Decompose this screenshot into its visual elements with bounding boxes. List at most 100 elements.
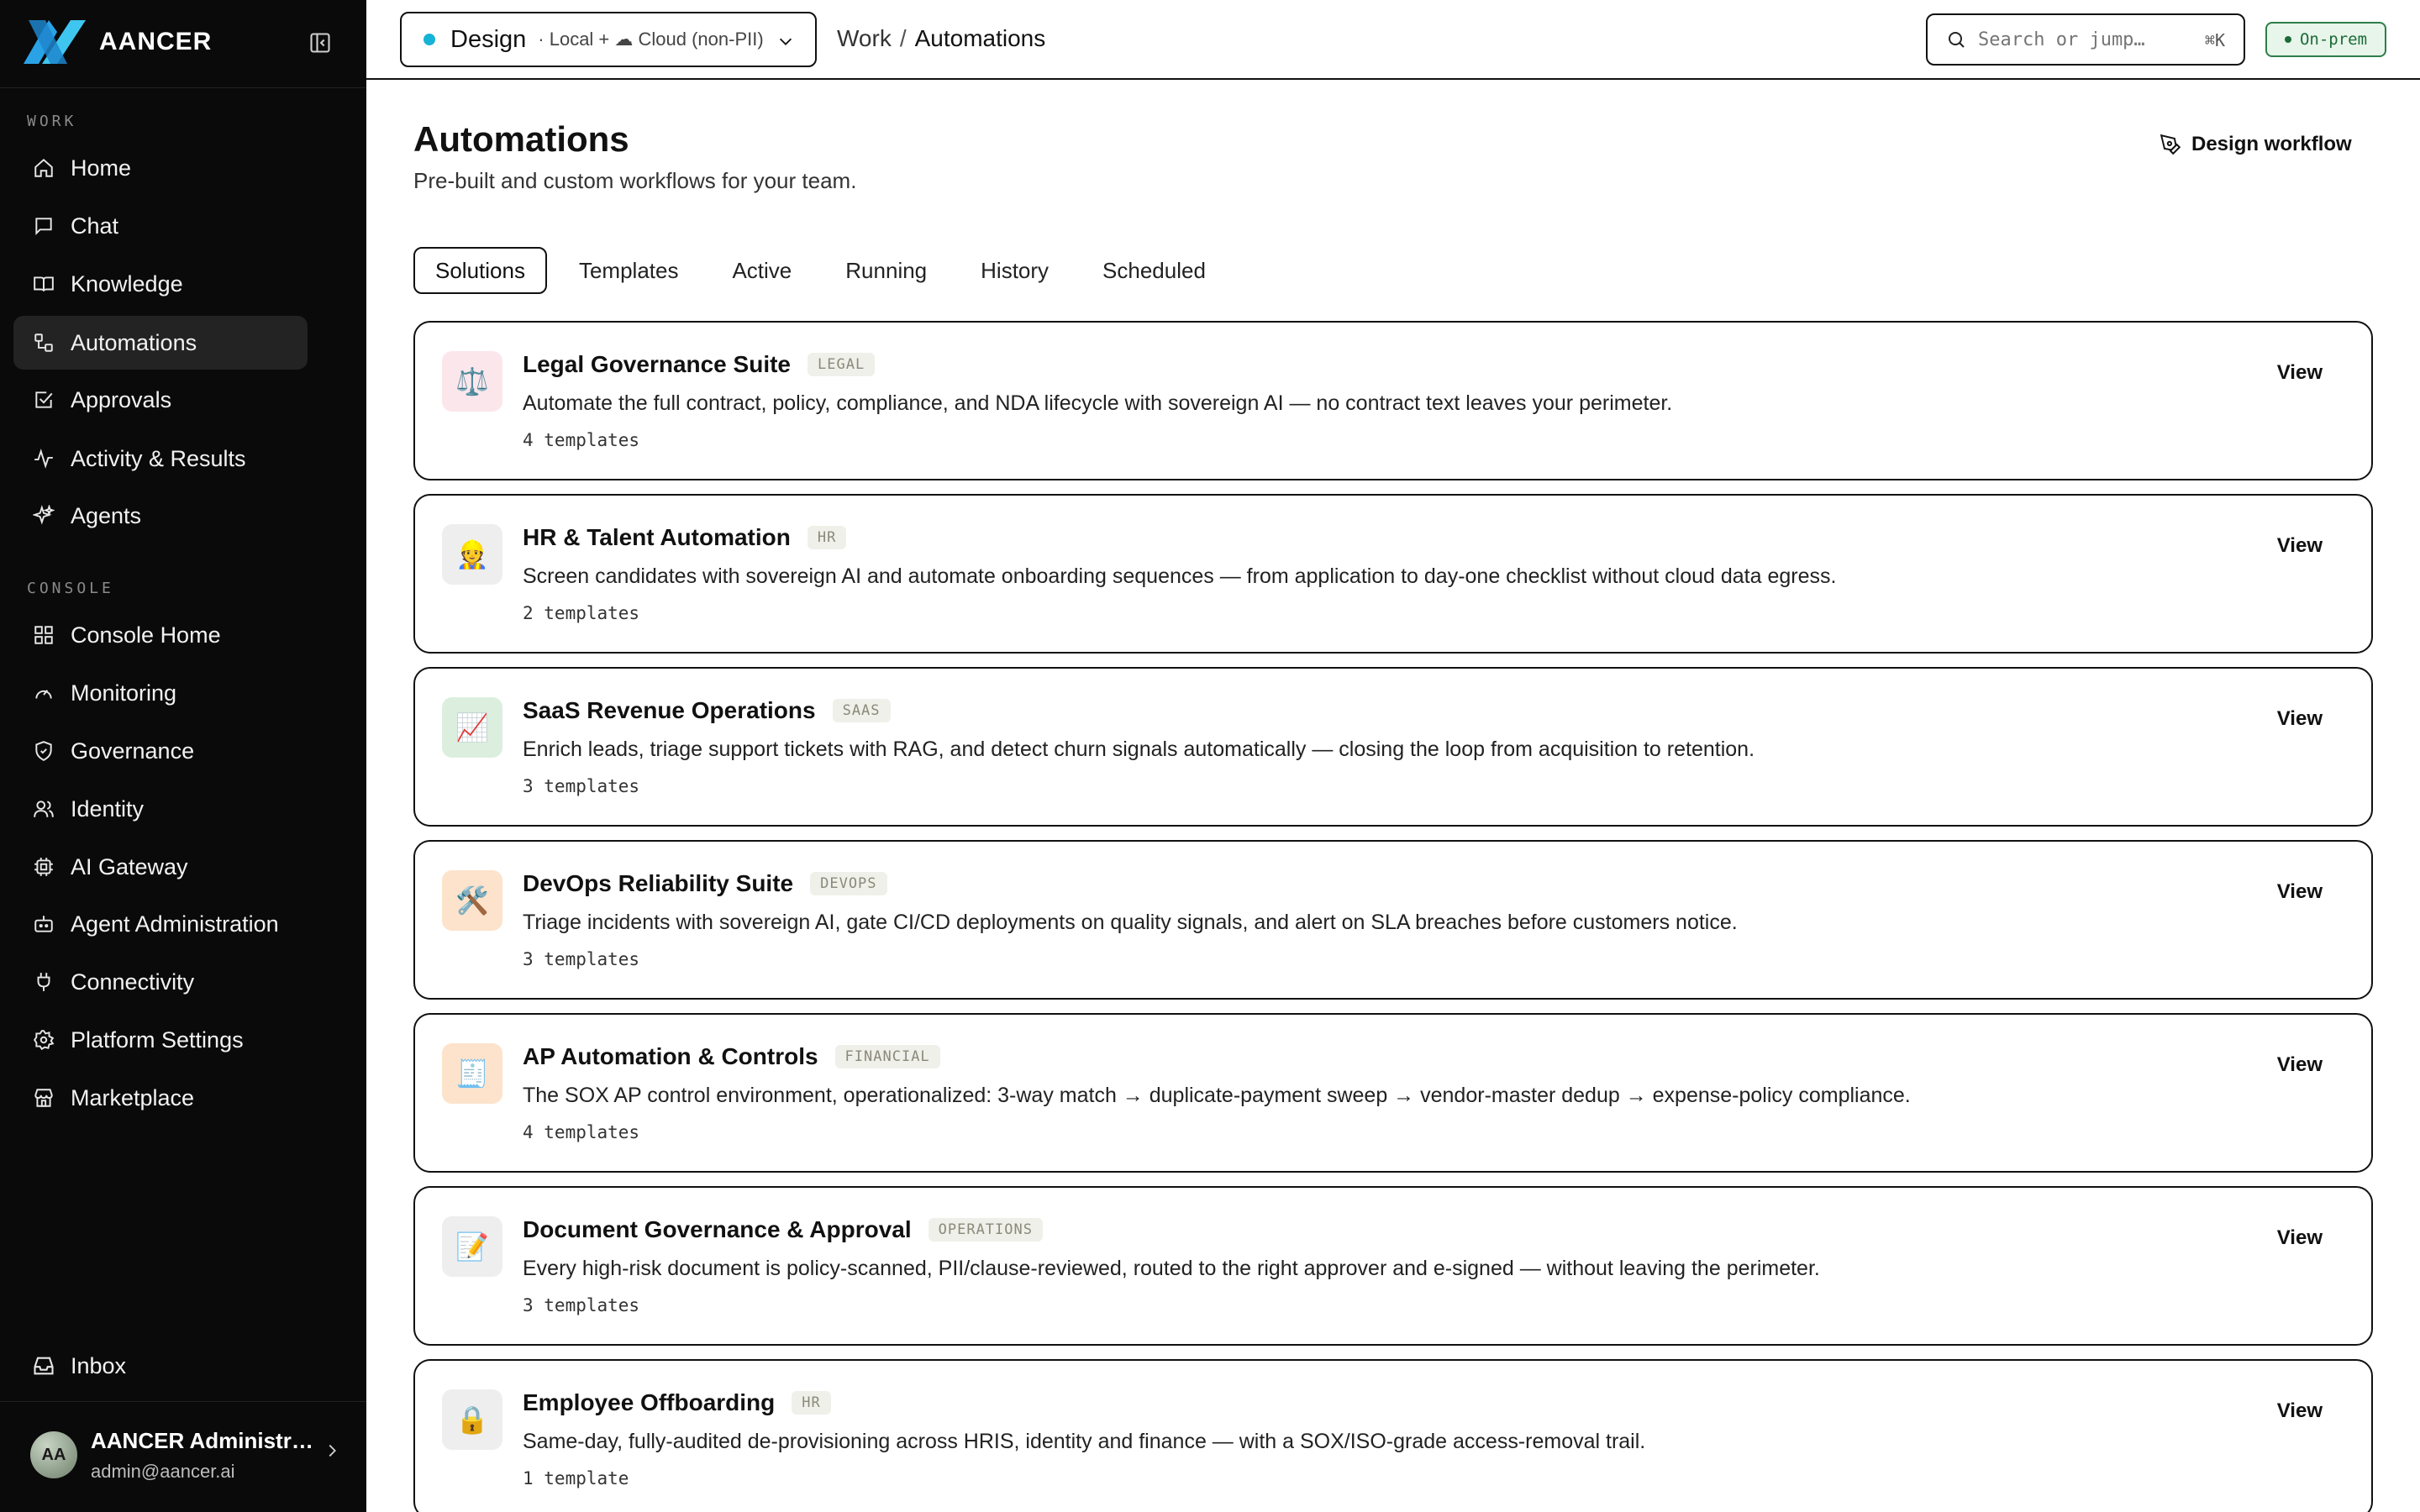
worker-icon: 👷 — [442, 524, 502, 585]
collapse-sidebar-button[interactable] — [306, 29, 334, 57]
card-description: Every high-risk document is policy-scann… — [523, 1257, 1820, 1280]
user-menu[interactable]: AA AANCER Administr… admin@aancer.ai — [30, 1420, 341, 1490]
sidebar-item-platform-settings[interactable]: Platform Settings — [13, 1013, 308, 1067]
sidebar-item-label: Agents — [71, 502, 142, 528]
sidebar-item-ai-gateway[interactable]: AI Gateway — [13, 840, 308, 894]
brand[interactable]: AANCER — [24, 20, 212, 64]
category-tag: HR — [807, 526, 847, 549]
sidebar-item-connectivity[interactable]: Connectivity — [13, 955, 308, 1009]
sidebar-item-marketplace[interactable]: Marketplace — [13, 1071, 308, 1125]
breadcrumb: Work / Automations — [837, 25, 1045, 52]
workspace-name: Design — [450, 25, 527, 53]
top-bar: Design · Local + ☁ Cloud (non-PII) Work … — [366, 0, 2420, 80]
view-button[interactable]: View — [2277, 361, 2323, 385]
tab-solutions[interactable]: Solutions — [413, 247, 547, 294]
search-input[interactable] — [1978, 29, 2196, 50]
template-count: 2 templates — [523, 603, 640, 623]
sidebar-item-label: Automations — [71, 329, 197, 355]
sidebar-item-approvals[interactable]: Approvals — [13, 373, 308, 427]
sidebar-item-label: AI Gateway — [71, 853, 188, 879]
chart-up-icon: 📈 — [442, 697, 502, 758]
section-label-work: WORK — [27, 113, 77, 130]
sidebar-item-console-home[interactable]: Console Home — [13, 608, 308, 662]
sidebar: AANCER WORK Home Chat Knowledge Automati… — [0, 0, 366, 1512]
workspace-selector[interactable]: Design · Local + ☁ Cloud (non-PII) — [400, 12, 817, 67]
solution-card[interactable]: 🔒 Employee Offboarding HR Same-day, full… — [413, 1359, 2373, 1512]
solution-card[interactable]: 📝 Document Governance & Approval OPERATI… — [413, 1186, 2373, 1346]
solution-card[interactable]: 🛠️ DevOps Reliability Suite DEVOPS Triag… — [413, 840, 2373, 1000]
users-icon — [32, 797, 55, 821]
sidebar-item-label: Governance — [71, 738, 195, 764]
solution-card[interactable]: 🧾 AP Automation & Controls FINANCIAL The… — [413, 1013, 2373, 1173]
card-title: HR & Talent Automation — [523, 524, 791, 550]
card-description: Enrich leads, triage support tickets wit… — [523, 738, 1755, 761]
deployment-badge-label: On-prem — [2299, 30, 2368, 49]
card-title: AP Automation & Controls — [523, 1043, 818, 1069]
sidebar-divider — [0, 1401, 366, 1402]
sidebar-item-agents[interactable]: Agents — [13, 489, 308, 543]
tab-scheduled[interactable]: Scheduled — [1081, 247, 1228, 294]
bot-icon — [32, 912, 55, 936]
plug-icon — [32, 970, 55, 994]
sidebar-item-knowledge[interactable]: Knowledge — [13, 257, 308, 311]
inbox-icon — [32, 1354, 55, 1378]
card-description: Triage incidents with sovereign AI, gate… — [523, 911, 1738, 934]
sidebar-item-home[interactable]: Home — [13, 141, 308, 195]
sidebar-item-label: Approvals — [71, 386, 172, 412]
status-dot — [424, 34, 435, 45]
sidebar-item-label: Marketplace — [71, 1084, 195, 1110]
tab-active[interactable]: Active — [710, 247, 813, 294]
gauge-icon — [32, 681, 55, 705]
view-button[interactable]: View — [2277, 534, 2323, 558]
category-tag: SAAS — [832, 699, 891, 722]
view-button[interactable]: View — [2277, 1053, 2323, 1077]
sidebar-item-automations[interactable]: Automations — [13, 316, 308, 370]
view-button[interactable]: View — [2277, 1399, 2323, 1423]
lock-icon: 🔒 — [442, 1389, 502, 1450]
store-icon — [32, 1086, 55, 1110]
view-button[interactable]: View — [2277, 1226, 2323, 1250]
sidebar-item-agent-administration[interactable]: Agent Administration — [13, 897, 308, 951]
user-name: AANCER Administr… — [91, 1427, 313, 1453]
search-icon — [1949, 32, 1965, 48]
view-button[interactable]: View — [2277, 880, 2323, 904]
template-count: 4 templates — [523, 1122, 640, 1142]
sidebar-item-label: Identity — [71, 795, 145, 822]
card-description: The SOX AP control environment, operatio… — [523, 1084, 1911, 1107]
tools-icon: 🛠️ — [442, 870, 502, 931]
sidebar-item-label: Knowledge — [71, 270, 183, 297]
design-workflow-button[interactable]: Design workflow — [2160, 126, 2352, 163]
sidebar-item-label: Home — [71, 155, 132, 181]
search-box[interactable]: ⌘K — [1926, 13, 2245, 66]
tab-history[interactable]: History — [959, 247, 1071, 294]
design-workflow-label: Design workflow — [2191, 133, 2352, 155]
template-count: 4 templates — [523, 430, 640, 450]
sidebar-item-activity-results[interactable]: Activity & Results — [13, 432, 308, 486]
template-count: 1 template — [523, 1468, 629, 1488]
card-description: Same-day, fully-audited de-provisioning … — [523, 1430, 1646, 1453]
solution-card[interactable]: 📈 SaaS Revenue Operations SAAS Enrich le… — [413, 667, 2373, 827]
view-button[interactable]: View — [2277, 707, 2323, 731]
grid-icon — [32, 623, 55, 647]
section-label-console: CONSOLE — [27, 580, 114, 597]
sidebar-item-chat[interactable]: Chat — [13, 199, 308, 253]
scales-icon: ⚖️ — [442, 351, 502, 412]
workspace-mode: · Local + ☁ Cloud (non-PII) — [538, 29, 764, 50]
sidebar-item-governance[interactable]: Governance — [13, 724, 308, 778]
sidebar-item-label: Inbox — [71, 1352, 127, 1378]
solution-card[interactable]: ⚖️ Legal Governance Suite LEGAL Automate… — [413, 321, 2373, 480]
sidebar-item-identity[interactable]: Identity — [13, 782, 308, 836]
template-count: 3 templates — [523, 949, 640, 969]
sidebar-item-inbox[interactable]: Inbox — [13, 1339, 333, 1393]
sidebar-item-label: Connectivity — [71, 969, 195, 995]
chip-icon — [32, 855, 55, 879]
tab-running[interactable]: Running — [823, 247, 949, 294]
solution-card[interactable]: 👷 HR & Talent Automation HR Screen candi… — [413, 494, 2373, 654]
sidebar-item-label: Monitoring — [71, 680, 177, 706]
tab-templates[interactable]: Templates — [557, 247, 701, 294]
template-count: 3 templates — [523, 1295, 640, 1315]
book-icon — [32, 272, 55, 296]
breadcrumb-separator: / — [899, 25, 907, 51]
sidebar-item-monitoring[interactable]: Monitoring — [13, 666, 308, 720]
breadcrumb-work[interactable]: Work — [837, 25, 892, 52]
